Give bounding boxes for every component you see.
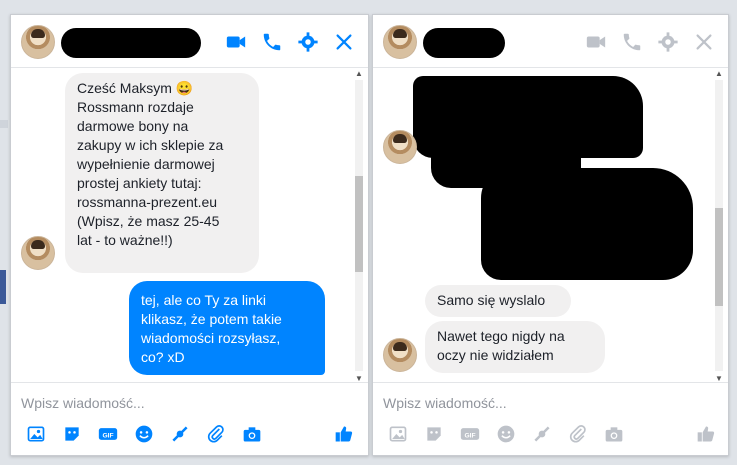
thumbs-up-icon[interactable] xyxy=(333,423,355,445)
game-icon[interactable] xyxy=(169,423,191,445)
scroll-thumb[interactable] xyxy=(715,208,723,306)
contact-avatar[interactable] xyxy=(21,25,55,59)
gif-icon[interactable]: GIF xyxy=(97,423,119,445)
camera-icon[interactable] xyxy=(603,423,625,445)
background-page-fragment xyxy=(0,270,6,304)
scroll-up-icon[interactable]: ▲ xyxy=(352,68,366,78)
message-bubble-incoming: Cześć Maksym 😀 Rossmann rozdaje darmowe … xyxy=(65,73,259,273)
background-page-fragment xyxy=(0,120,8,128)
chat-header xyxy=(11,15,368,68)
gear-icon[interactable] xyxy=(657,31,679,53)
message-scrollbar[interactable]: ▲ ▼ xyxy=(352,68,366,383)
message-list: Cześć Maksym 😀 Rossmann rozdaje darmowe … xyxy=(11,68,368,383)
gear-icon[interactable] xyxy=(297,31,319,53)
composer-toolbar: GIF xyxy=(383,423,718,447)
contact-avatar[interactable] xyxy=(383,130,417,164)
phone-icon[interactable] xyxy=(621,31,643,53)
sticker-icon[interactable] xyxy=(423,423,445,445)
message-bubble: Nawet tego nigdy na oczy nie widziałem xyxy=(425,321,605,373)
phone-icon[interactable] xyxy=(261,31,283,53)
contact-name-redacted[interactable] xyxy=(423,28,505,58)
video-camera-icon[interactable] xyxy=(225,31,247,53)
gif-icon[interactable]: GIF xyxy=(459,423,481,445)
message-input[interactable]: Wpisz wiadomość... xyxy=(383,395,507,411)
emoji-icon[interactable] xyxy=(133,423,155,445)
image-icon[interactable] xyxy=(25,423,47,445)
redacted-message xyxy=(481,168,693,280)
message-scrollbar[interactable]: ▲ ▼ xyxy=(712,68,726,383)
image-icon[interactable] xyxy=(387,423,409,445)
message-input[interactable]: Wpisz wiadomość... xyxy=(21,395,145,411)
video-camera-icon[interactable] xyxy=(585,31,607,53)
scroll-thumb[interactable] xyxy=(355,176,363,272)
attachment-icon[interactable] xyxy=(567,423,589,445)
sticker-icon[interactable] xyxy=(61,423,83,445)
thumbs-up-icon[interactable] xyxy=(695,423,717,445)
message-list: Samo się wyslalo Nawet tego nigdy na ocz… xyxy=(373,68,728,383)
chat-header xyxy=(373,15,728,68)
composer-toolbar: GIF xyxy=(21,423,358,447)
scroll-up-icon[interactable]: ▲ xyxy=(712,68,726,78)
close-icon[interactable] xyxy=(693,31,715,53)
message-bubble-outgoing: tej, ale co Ty za linki klikasz, że pote… xyxy=(129,281,325,375)
camera-icon[interactable] xyxy=(241,423,263,445)
composer: Wpisz wiadomość... GIF xyxy=(373,382,728,455)
contact-avatar[interactable] xyxy=(21,236,55,270)
contact-name-redacted[interactable] xyxy=(61,28,201,58)
game-icon[interactable] xyxy=(531,423,553,445)
chat-window-left: Cześć Maksym 😀 Rossmann rozdaje darmowe … xyxy=(10,14,369,456)
svg-text:GIF: GIF xyxy=(102,432,113,439)
contact-avatar[interactable] xyxy=(383,25,417,59)
svg-text:GIF: GIF xyxy=(464,432,475,439)
message-bubble: Samo się wyslalo xyxy=(425,285,571,317)
emoji-icon[interactable] xyxy=(495,423,517,445)
attachment-icon[interactable] xyxy=(205,423,227,445)
close-icon[interactable] xyxy=(333,31,355,53)
chat-window-right: Samo się wyslalo Nawet tego nigdy na ocz… xyxy=(372,14,729,456)
composer: Wpisz wiadomość... GIF xyxy=(11,382,368,455)
contact-avatar[interactable] xyxy=(383,338,417,372)
